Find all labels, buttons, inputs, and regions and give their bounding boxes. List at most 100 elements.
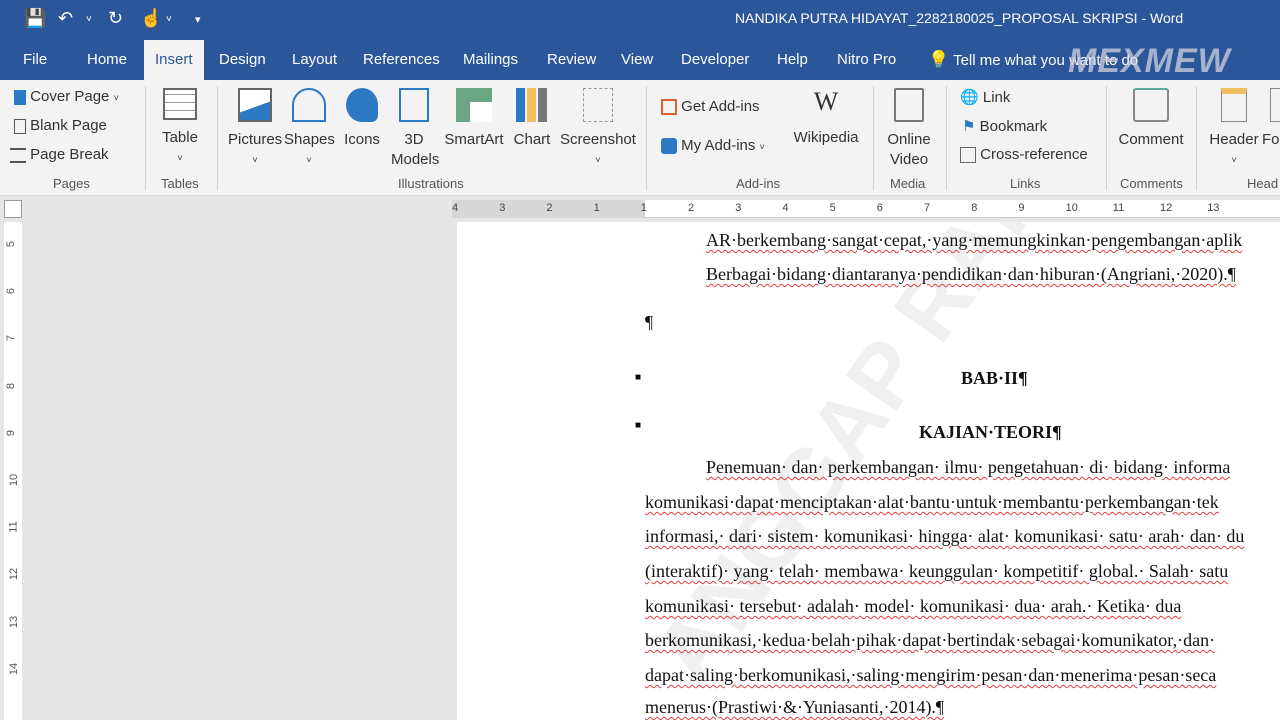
vruler-tick-label: 11 [7,521,20,533]
bookmark-button[interactable]: ⚑ Bookmark [962,117,1047,135]
footer-button[interactable]: Fo [1262,88,1280,150]
link-icon: 🌐 [960,89,979,106]
redo-icon[interactable]: ↻ [108,8,123,29]
group-label-illustrations: Illustrations [398,176,464,191]
chevron-down-icon: ˅ [1231,155,1237,165]
chevron-down-icon: ˅ [595,155,601,165]
chevron-down-icon: ˅ [759,142,765,152]
ruler-tick-label: 1 [640,202,647,214]
page-break-button[interactable]: Page Break [10,146,109,163]
my-addins-button[interactable]: My Add-ins ˅ [661,137,765,155]
wikipedia-button[interactable]: W Wikipedia [790,87,862,148]
doc-line: (interaktif)· yang· telah· membawa· keun… [645,561,1229,581]
chapter-heading: BAB·II¶ [961,368,1028,388]
touch-mode-icon[interactable]: ☝ [140,8,162,29]
vruler-tick-label: 10 [8,473,21,487]
ruler-tick-label: 2 [688,202,695,214]
page-break-icon [10,147,26,163]
group-label-comments: Comments [1120,176,1183,191]
store-icon [661,99,677,116]
table-button[interactable]: Table ˅ [160,88,200,168]
tab-insert[interactable]: Insert [144,40,204,80]
doc-line: komunikasi·dapat·menciptakan·alat·bantu·… [645,492,1219,512]
link-button[interactable]: 🌐 Link [960,88,1010,106]
tab-review[interactable]: Review [547,51,596,68]
tab-nitro-pro[interactable]: Nitro Pro [837,51,896,68]
empty-paragraph-mark: ¶ [645,312,654,332]
comment-icon [1133,88,1169,122]
chevron-down-icon: ˅ [113,93,119,103]
tab-references[interactable]: References [363,51,440,68]
tab-design[interactable]: Design [219,51,266,68]
tab-mailings[interactable]: Mailings [463,51,518,68]
doc-line: menerus·(Prastiwi·&·Yuniasanti,·2014).¶ [645,697,945,717]
tab-layout[interactable]: Layout [292,51,337,68]
tab-view[interactable]: View [621,51,653,68]
vruler-tick-label: 12 [8,568,21,581]
undo-dropdown-icon[interactable]: ˅ [86,14,92,25]
lightbulb-icon: 💡 [928,50,950,69]
screenshot-button[interactable]: Screenshot ˅ [560,88,636,170]
comment-button[interactable]: Comment [1114,88,1188,150]
tab-home[interactable]: Home [87,51,127,68]
cross-reference-icon [960,147,976,164]
doc-line: Berbagai·bidang·diantaranya·pendidikan·d… [706,264,1236,284]
chevron-down-icon: ˅ [306,155,312,165]
header-icon [1221,88,1247,122]
doc-line: dapat·saling·berkomunikasi,·saling·mengi… [645,665,1217,685]
smartart-icon [456,88,492,122]
my-addins-icon [661,138,677,155]
online-video-icon [894,88,924,122]
undo-icon[interactable]: ↶ [58,8,73,29]
group-label-addins: Add-ins [736,176,781,191]
chevron-down-icon: ˅ [252,155,258,165]
title-bar: 💾 ↶ ˅ ↻ ☝ ˅ ▾ NANDIKA PUTRA HIDAYAT_2282… [0,0,1280,40]
header-button[interactable]: Header ˅ [1206,88,1262,170]
wikipedia-icon: W [813,87,839,116]
shapes-button[interactable]: Shapes ˅ [284,88,335,170]
pictures-button[interactable]: Pictures ˅ [228,88,282,170]
ruler-tick-label: 8 [971,202,978,214]
ruler-tick-label: 3 [735,202,742,214]
ruler-tick-label: 4 [782,202,789,214]
tab-stop-selector[interactable] [4,200,22,218]
chart-button[interactable]: Chart [512,88,552,150]
save-icon[interactable]: 💾 [24,8,46,29]
doc-line: berkomunikasi,·kedua·belah·pihak·dapat·b… [645,630,1216,650]
horizontal-ruler[interactable]: 4 3 2 1 1 2 3 4 5 6 7 8 9 10 11 12 13 [452,200,1280,218]
group-label-media: Media [890,176,926,191]
chevron-down-icon: ˅ [177,153,183,163]
tab-developer[interactable]: Developer [681,51,749,68]
touch-dropdown-icon[interactable]: ˅ [166,14,172,25]
vruler-tick-label: 6 [5,288,18,295]
online-video-button[interactable]: Online Video [884,88,934,170]
icons-icon [346,88,378,122]
3d-cube-icon [399,88,429,122]
group-label-header-footer: Head [1247,176,1279,191]
ruler-tick-label: 4 [452,202,459,214]
table-icon [163,88,197,120]
ruler-tick-label: 9 [1018,202,1025,214]
ruler-tick-label: 13 [1207,202,1220,214]
tab-help[interactable]: Help [777,51,808,68]
3d-models-button[interactable]: 3D Models [391,88,439,170]
document-page[interactable]: ANGGAP RAHASIA AR·berkembang·sangat·cepa… [457,222,1280,720]
vruler-tick-label: 9 [5,429,18,436]
blank-page-button[interactable]: Blank Page [14,117,107,134]
cross-reference-button[interactable]: Cross-reference [960,146,1088,164]
tab-file[interactable]: File [23,51,47,68]
smartart-button[interactable]: SmartArt [443,88,505,150]
get-addins-button[interactable]: Get Add-ins [661,98,760,116]
ruler-tick-label: 3 [499,202,506,214]
chart-icon [516,88,548,122]
vruler-tick-label: 5 [5,240,18,248]
ruler-tick-label: 1 [593,202,600,214]
chapter-title: KAJIAN·TEORI¶ [919,422,1062,442]
cover-page-button[interactable]: Cover Page ˅ [14,88,119,105]
bookmark-icon: ⚑ [962,118,976,135]
vertical-ruler[interactable]: 5 6 7 8 9 10 11 12 13 14 [4,222,22,720]
vruler-tick-label: 7 [5,335,18,342]
icons-button[interactable]: Icons [342,88,382,150]
customize-icon[interactable]: ▾ [195,13,201,26]
ruler-tick-label: 10 [1065,202,1078,214]
